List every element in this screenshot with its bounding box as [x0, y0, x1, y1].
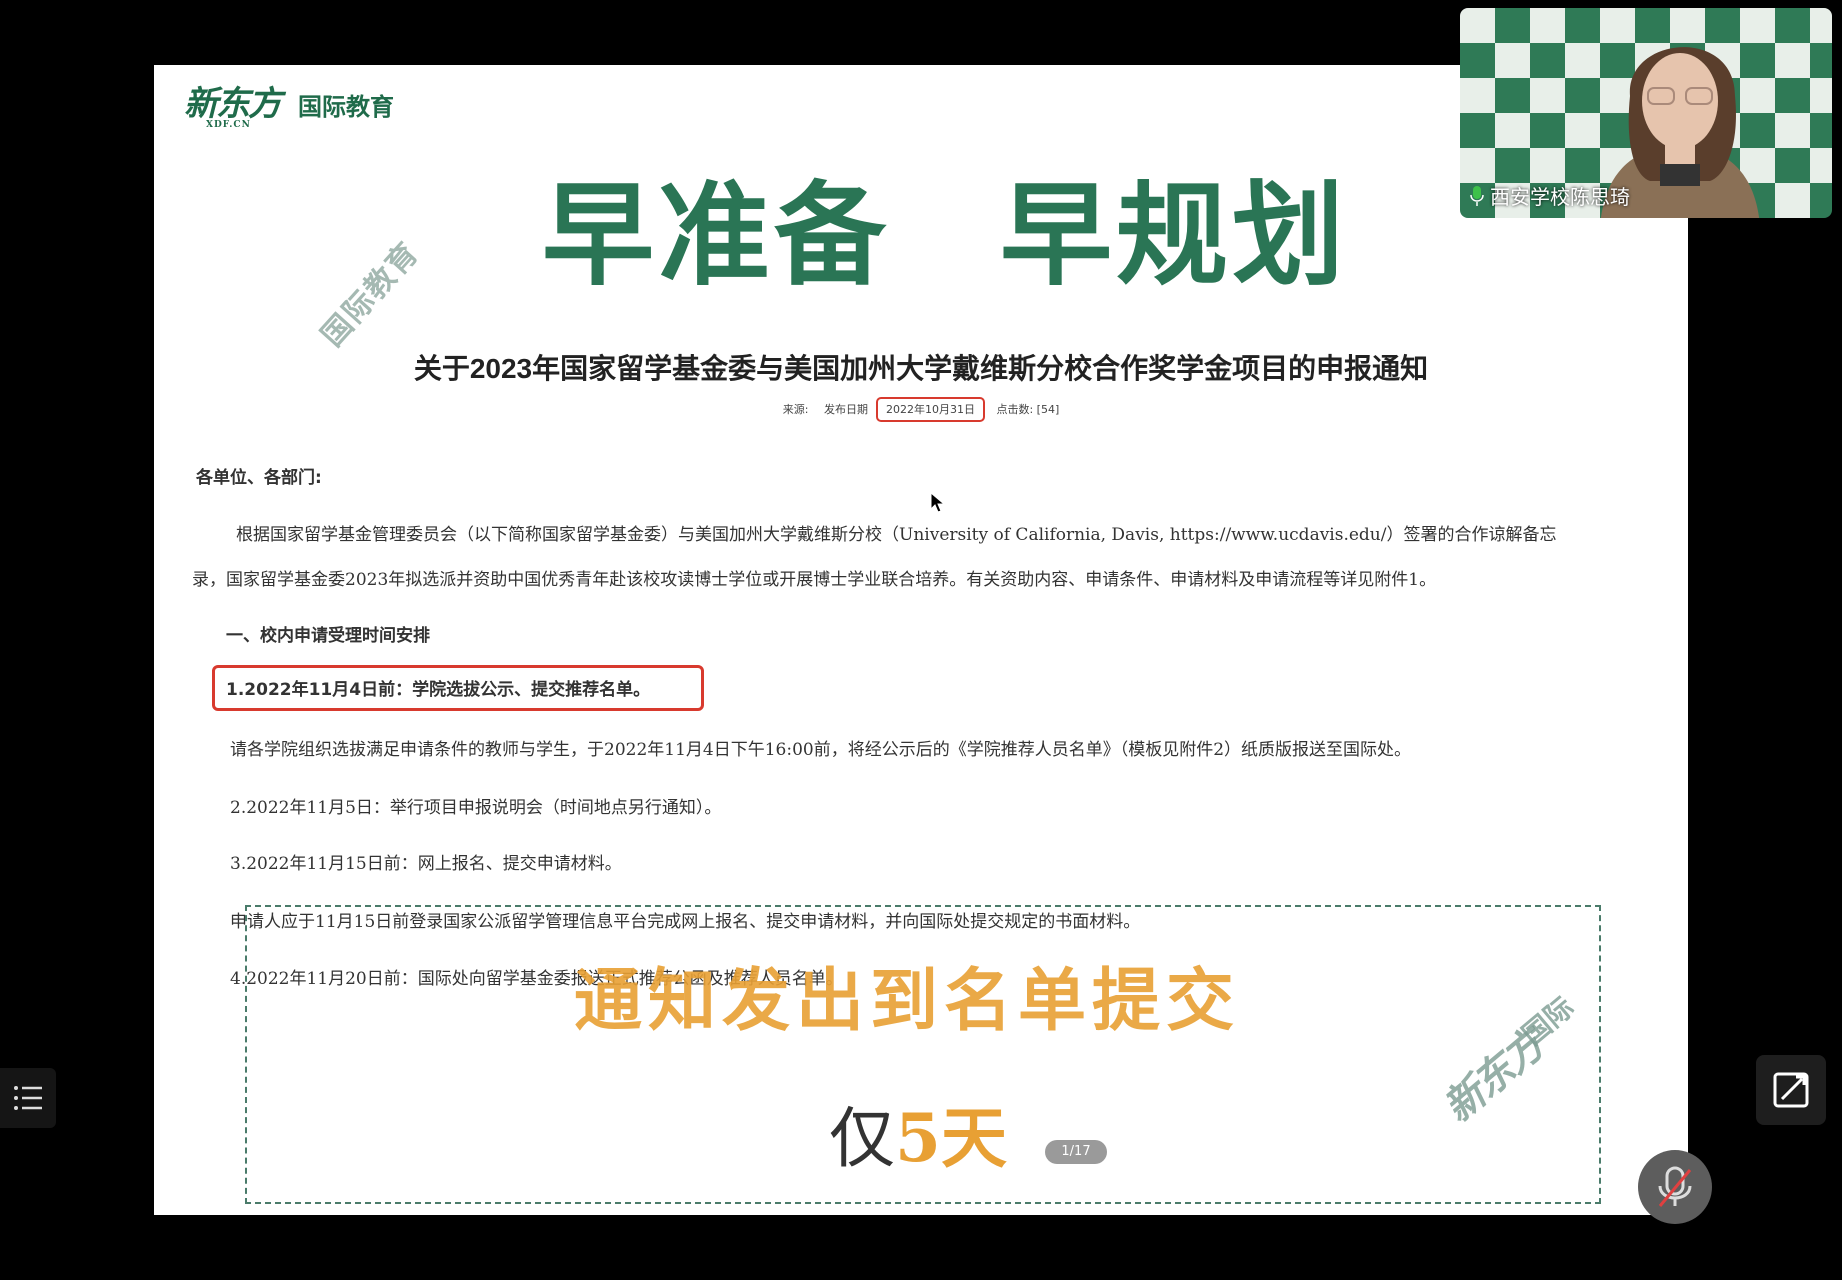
logo-text: 国际教育	[298, 93, 394, 121]
item-3: 3.2022年11月15日前：网上报名、提交申请材料。	[230, 854, 622, 874]
list-icon	[14, 1086, 42, 1110]
mute-mic-button[interactable]	[1638, 1150, 1712, 1224]
participant-name: 西安学校陈思琦	[1490, 185, 1630, 209]
participant-video[interactable]: 西安学校陈思琦	[1460, 8, 1832, 218]
item-2: 2.2022年11月5日：举行项目申报说明会（时间地点另行通知）。	[230, 798, 722, 818]
callout-days-unit: 天	[940, 1099, 1007, 1177]
share-edit-button[interactable]	[1756, 1055, 1826, 1125]
watermark-top-left: 国际教育	[314, 235, 427, 354]
meta-date-label: 发布日期	[823, 403, 868, 416]
logo-mark-text: 新东方	[184, 84, 282, 124]
mic-icon	[1470, 185, 1484, 206]
section-heading-1: 一、校内申请受理时间安排	[226, 626, 430, 646]
share-edit-icon	[1773, 1072, 1809, 1108]
item-1-description: 请各学院组织选拔满足申请条件的教师与学生，于2022年11月4日下午16:00前…	[230, 740, 1412, 760]
paragraph-1-line-2: 录，国家留学基金委2023年拟选派并资助中国优秀青年赴该校攻读博士学位或开展博士…	[192, 570, 1437, 590]
cursor-icon	[930, 491, 946, 518]
logo-mark: 新东方 XDF.CN	[184, 84, 282, 130]
shared-slide: 新东方 XDF.CN 国际教育 国际教育 早准备 早规划 关于2023年国家留学…	[154, 65, 1688, 1215]
list-button[interactable]	[0, 1068, 56, 1128]
logo-sub-text: XDF.CN	[206, 120, 251, 130]
document-title: 关于2023年国家留学基金委与美国加州大学戴维斯分校合作奖学金项目的申报通知	[413, 353, 1429, 384]
participant-name-tag: 西安学校陈思琦	[1470, 181, 1630, 210]
callout-days: 仅5天	[829, 1085, 1007, 1181]
callout-title: 通知发出到名单提交	[574, 962, 1241, 1041]
meta-clicks: 点击数: [54]	[996, 403, 1060, 416]
callout-days-number: 5	[895, 1099, 941, 1177]
meta-date-value: 2022年10月31日	[875, 397, 985, 422]
mic-muted-icon	[1658, 1166, 1692, 1207]
page-indicator[interactable]: 1/17	[1045, 1140, 1107, 1164]
callout-only: 仅	[829, 1100, 895, 1177]
headline-left: 早准备	[542, 171, 890, 301]
item-1: 1.2022年11月4日前：学院选拔公示、提交推荐名单。	[226, 680, 651, 700]
headline-right: 早规划	[1000, 171, 1348, 301]
meta-source: 来源:	[782, 403, 809, 416]
paragraph-1-line-1: 根据国家留学基金管理委员会（以下简称国家留学基金委）与美国加州大学戴维斯分校（U…	[236, 525, 1557, 545]
salutation: 各单位、各部门:	[196, 468, 322, 488]
document-meta: 来源: 发布日期 2022年10月31日 点击数: [54]	[154, 397, 1688, 422]
xdf-logo: 新东方 XDF.CN 国际教育	[184, 84, 394, 130]
